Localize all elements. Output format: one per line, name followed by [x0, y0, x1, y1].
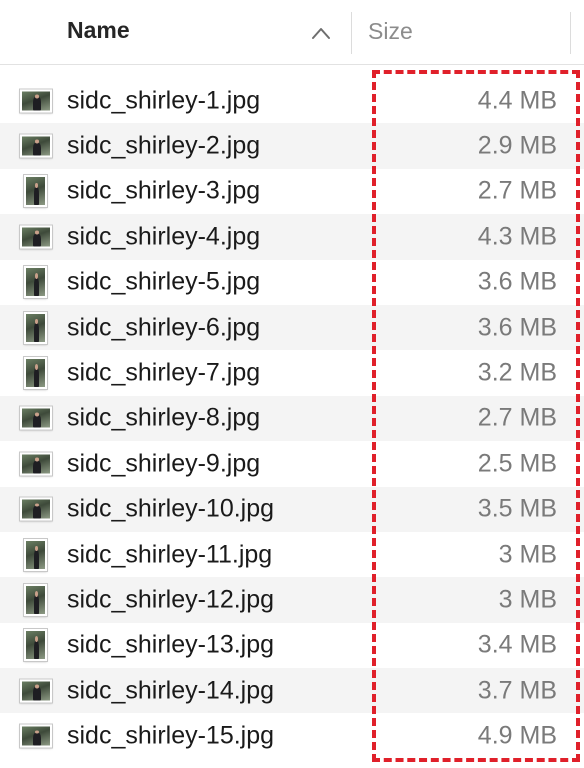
- file-name[interactable]: sidc_shirley-2.jpg: [67, 132, 260, 161]
- file-row[interactable]: sidc_shirley-15.jpg 4.9 MB: [0, 713, 584, 758]
- file-name[interactable]: sidc_shirley-6.jpg: [67, 313, 260, 342]
- file-name[interactable]: sidc_shirley-4.jpg: [67, 222, 260, 251]
- file-row[interactable]: sidc_shirley-5.jpg 3.6 MB: [0, 260, 584, 305]
- image-thumbnail-icon: [19, 88, 53, 114]
- file-row[interactable]: sidc_shirley-1.jpg 4.4 MB: [0, 78, 584, 123]
- image-thumbnail-icon: [19, 451, 53, 477]
- file-row[interactable]: sidc_shirley-10.jpg 3.5 MB: [0, 486, 584, 532]
- file-size: 4.4 MB: [477, 86, 557, 115]
- file-row[interactable]: sidc_shirley-11.jpg 3 MB: [0, 532, 584, 577]
- file-row[interactable]: sidc_shirley-3.jpg 2.7 MB: [0, 169, 584, 214]
- file-size: 2.7 MB: [477, 176, 557, 205]
- file-size: 3.6 MB: [477, 267, 557, 296]
- image-thumbnail-icon: [19, 133, 53, 159]
- image-thumbnail-icon: [23, 265, 48, 300]
- file-name[interactable]: sidc_shirley-14.jpg: [67, 676, 274, 705]
- file-name[interactable]: sidc_shirley-10.jpg: [67, 495, 274, 524]
- column-header-bar: Name Size: [0, 0, 584, 65]
- image-thumbnail-icon: [19, 723, 53, 749]
- file-size: 3 MB: [498, 540, 557, 569]
- file-name[interactable]: sidc_shirley-3.jpg: [67, 177, 260, 206]
- file-size: 3.6 MB: [477, 313, 557, 342]
- file-name[interactable]: sidc_shirley-13.jpg: [67, 631, 274, 660]
- file-name[interactable]: sidc_shirley-15.jpg: [67, 722, 274, 751]
- file-name[interactable]: sidc_shirley-5.jpg: [67, 268, 260, 297]
- file-list: sidc_shirley-1.jpg 4.4 MB sidc_shirley-2.j…: [0, 78, 584, 759]
- image-thumbnail-icon: [23, 628, 48, 663]
- file-row[interactable]: sidc_shirley-7.jpg 3.2 MB: [0, 350, 584, 395]
- size-column-header[interactable]: Size: [368, 18, 413, 45]
- file-row[interactable]: sidc_shirley-14.jpg 3.7 MB: [0, 668, 584, 714]
- file-size: 4.3 MB: [477, 222, 557, 251]
- column-divider[interactable]: [570, 12, 571, 54]
- image-thumbnail-icon: [23, 582, 48, 617]
- image-thumbnail-icon: [19, 224, 53, 250]
- image-thumbnail-icon: [23, 537, 48, 572]
- file-name[interactable]: sidc_shirley-7.jpg: [67, 359, 260, 388]
- file-row[interactable]: sidc_shirley-8.jpg 2.7 MB: [0, 395, 584, 442]
- image-thumbnail-icon: [19, 496, 53, 522]
- file-row[interactable]: sidc_shirley-13.jpg 3.4 MB: [0, 623, 584, 668]
- file-row[interactable]: sidc_shirley-9.jpg 2.5 MB: [0, 441, 584, 486]
- image-thumbnail-icon: [23, 310, 48, 345]
- name-column-header[interactable]: Name: [67, 17, 130, 44]
- file-size: 3.4 MB: [477, 630, 557, 659]
- image-thumbnail-icon: [19, 405, 53, 431]
- image-thumbnail-icon: [23, 174, 48, 209]
- chevron-up-icon[interactable]: [311, 26, 331, 40]
- file-size: 3.5 MB: [477, 494, 557, 523]
- file-name[interactable]: sidc_shirley-11.jpg: [67, 540, 272, 569]
- file-size: 3 MB: [498, 585, 557, 614]
- file-size: 2.7 MB: [477, 403, 557, 432]
- file-row[interactable]: sidc_shirley-6.jpg 3.6 MB: [0, 304, 584, 351]
- file-row[interactable]: sidc_shirley-12.jpg 3 MB: [0, 577, 584, 623]
- image-thumbnail-icon: [19, 678, 53, 704]
- file-size: 2.9 MB: [477, 131, 557, 160]
- file-name[interactable]: sidc_shirley-1.jpg: [67, 86, 260, 115]
- file-name[interactable]: sidc_shirley-9.jpg: [67, 449, 260, 478]
- file-row[interactable]: sidc_shirley-4.jpg 4.3 MB: [0, 214, 584, 260]
- file-size: 4.9 MB: [477, 721, 557, 750]
- file-size: 2.5 MB: [477, 449, 557, 478]
- file-name[interactable]: sidc_shirley-8.jpg: [67, 404, 260, 433]
- file-name[interactable]: sidc_shirley-12.jpg: [67, 585, 274, 614]
- file-row[interactable]: sidc_shirley-2.jpg 2.9 MB: [0, 123, 584, 169]
- file-size: 3.7 MB: [477, 676, 557, 705]
- file-size: 3.2 MB: [477, 358, 557, 387]
- column-divider[interactable]: [351, 12, 352, 54]
- image-thumbnail-icon: [23, 356, 48, 391]
